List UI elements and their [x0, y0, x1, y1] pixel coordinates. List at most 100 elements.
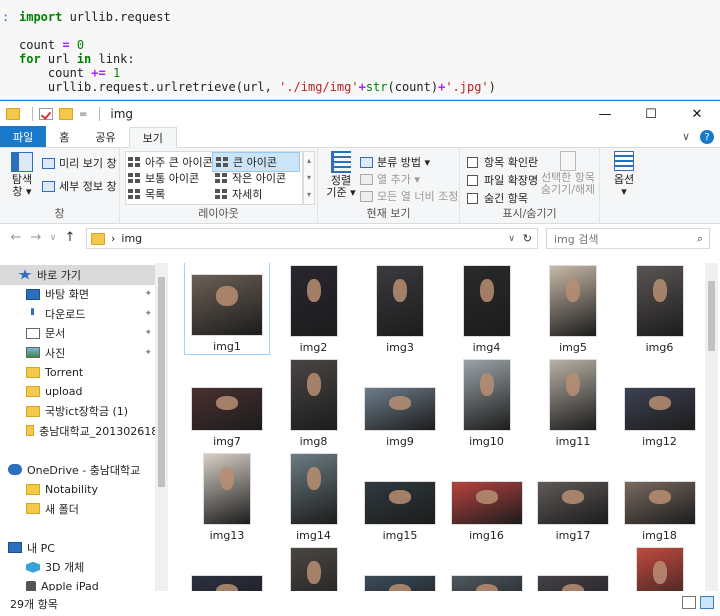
- nav-item[interactable]: 바탕 화면 ✦: [0, 285, 168, 305]
- file-item[interactable]: img21: [357, 541, 443, 591]
- file-item[interactable]: img24: [617, 541, 703, 591]
- address-box[interactable]: › img ∨ ↻: [86, 228, 538, 249]
- navigation-pane-button[interactable]: 탐색 창 ▾: [8, 152, 36, 198]
- file-item[interactable]: img17: [530, 447, 616, 543]
- file-item[interactable]: img19: [184, 541, 270, 591]
- help-icon[interactable]: ?: [700, 130, 714, 144]
- pin-icon: ✦: [144, 308, 152, 319]
- tab-view[interactable]: 보기: [128, 127, 177, 148]
- nav-scrollbar[interactable]: [155, 263, 168, 591]
- search-input[interactable]: img 검색 ⌕: [546, 228, 710, 249]
- quick-access-dropdown[interactable]: =: [79, 109, 87, 120]
- hide-selected-button[interactable]: 선택한 항목 숨기기/해제: [540, 151, 596, 196]
- recent-locations-icon[interactable]: ∨: [46, 233, 60, 243]
- large-icons-view-button[interactable]: [700, 596, 714, 609]
- nav-scroll-thumb[interactable]: [158, 277, 165, 487]
- file-item[interactable]: img10: [444, 353, 530, 449]
- forward-button[interactable]: →: [26, 230, 46, 245]
- file-item[interactable]: img1: [184, 263, 270, 355]
- file-extensions-toggle[interactable]: 파일 확장명: [467, 172, 538, 188]
- ribbon-tabs: 파일 홈 공유 보기 ∨ ?: [0, 126, 720, 148]
- code-cell[interactable]: : import urllib.request count = 0 for url …: [0, 0, 720, 100]
- file-item[interactable]: img11: [530, 353, 616, 449]
- path-dropdown-icon[interactable]: ∨: [508, 234, 515, 244]
- file-item[interactable]: img6: [617, 263, 703, 355]
- details-view-button[interactable]: [682, 596, 696, 609]
- nav-item[interactable]: 사진 ✦: [0, 343, 168, 363]
- properties-icon[interactable]: [39, 108, 53, 120]
- file-item[interactable]: img23: [530, 541, 616, 591]
- nav-item[interactable]: Notability: [0, 480, 168, 500]
- nav-item[interactable]: 바로 가기: [0, 265, 168, 285]
- refresh-icon[interactable]: ↻: [523, 232, 532, 245]
- file-item[interactable]: img14: [271, 447, 357, 543]
- thumbnail-subject: [475, 489, 498, 504]
- tab-file[interactable]: 파일: [0, 126, 47, 147]
- layout-details[interactable]: 자세히: [215, 186, 262, 202]
- nav-item[interactable]: Apple iPad: [0, 577, 168, 591]
- code-token: =: [62, 38, 70, 52]
- nav-item[interactable]: 3D 개체: [0, 558, 168, 578]
- file-item[interactable]: img15: [357, 447, 443, 543]
- file-item[interactable]: img13: [184, 447, 270, 543]
- file-item[interactable]: img5: [530, 263, 616, 355]
- layout-small-icons[interactable]: 작은 아이콘: [215, 170, 286, 186]
- minimize-button[interactable]: —: [582, 101, 628, 127]
- breadcrumb-img[interactable]: img: [121, 232, 142, 245]
- tab-share[interactable]: 공유: [82, 126, 128, 147]
- code-line: for url in link:: [19, 52, 135, 66]
- nav-item[interactable]: 내 PC: [0, 538, 168, 558]
- fit-columns-button[interactable]: 모든 열 너비 조정: [360, 188, 458, 204]
- maximize-button[interactable]: ☐: [628, 101, 674, 127]
- layout-extra-large-icons[interactable]: 아주 큰 아이콘: [128, 154, 213, 170]
- details-pane-button[interactable]: 세부 정보 창: [42, 178, 117, 194]
- file-item[interactable]: img18: [617, 447, 703, 543]
- file-item[interactable]: img8: [271, 353, 357, 449]
- file-item[interactable]: img16: [444, 447, 530, 543]
- checkbox[interactable]: [467, 174, 478, 186]
- nav-item[interactable]: 문서 ✦: [0, 324, 168, 344]
- back-button[interactable]: ←: [6, 230, 26, 245]
- options-button[interactable]: 옵션 ▾: [610, 151, 638, 198]
- navigation-pane[interactable]: 바로 가기 바탕 화면 ✦ 다운로드 ✦ 문서 ✦ 사진 ✦ Torrent upload 국방ict…: [0, 263, 168, 591]
- thumbnail-subject: [479, 372, 494, 396]
- file-item[interactable]: img9: [357, 353, 443, 449]
- checkbox[interactable]: [467, 156, 478, 168]
- layout-list[interactable]: 목록: [128, 186, 165, 202]
- add-columns-button[interactable]: 열 추가 ▾: [360, 171, 420, 187]
- file-view[interactable]: img1 img2 img3 img4 img5 img6 img7 img8 img9 img1…: [170, 263, 705, 591]
- tab-home[interactable]: 홈: [46, 126, 82, 147]
- sort-by-button[interactable]: 정렬 기준 ▾: [326, 151, 356, 199]
- layout-large-icons[interactable]: 큰 아이콘: [212, 152, 300, 172]
- preview-pane-button[interactable]: 미리 보기 창: [42, 155, 117, 171]
- file-item[interactable]: img4: [444, 263, 530, 355]
- nav-item[interactable]: 다운로드 ✦: [0, 304, 168, 324]
- nav-item[interactable]: OneDrive - 충남대학교: [0, 460, 168, 480]
- collapse-ribbon-icon[interactable]: ∨: [682, 130, 690, 144]
- new-folder-icon[interactable]: [59, 108, 73, 120]
- layout-scroll[interactable]: ▴ ▾ ▾: [303, 151, 315, 205]
- hidden-items-toggle[interactable]: 숨긴 항목: [467, 190, 528, 206]
- file-item[interactable]: img7: [184, 353, 270, 449]
- group-by-button[interactable]: 분류 방법 ▾: [360, 154, 430, 170]
- nav-item-label: OneDrive - 충남대학교: [27, 463, 141, 477]
- up-button[interactable]: ↑: [60, 230, 80, 245]
- nav-item[interactable]: 충남대학교_201302618_(: [0, 421, 168, 441]
- layout-medium-icons[interactable]: 보통 아이콘: [128, 170, 199, 186]
- nav-item[interactable]: upload: [0, 382, 168, 402]
- checkbox[interactable]: [467, 192, 478, 204]
- file-view-scrollbar[interactable]: [705, 263, 718, 591]
- file-item[interactable]: img3: [357, 263, 443, 355]
- file-item[interactable]: img20: [271, 541, 357, 591]
- image-thumbnail: [364, 387, 436, 431]
- nav-item[interactable]: 국방ict장학금 (1): [0, 402, 168, 422]
- item-checkboxes-toggle[interactable]: 항목 확인란: [467, 154, 538, 170]
- file-item[interactable]: img2: [271, 263, 357, 355]
- file-view-scroll-thumb[interactable]: [708, 281, 715, 351]
- nav-item[interactable]: Torrent: [0, 363, 168, 383]
- navigation-pane-label: 탐색 창 ▾: [11, 173, 33, 198]
- close-button[interactable]: ✕: [674, 101, 720, 127]
- nav-item[interactable]: 새 폴더: [0, 499, 168, 519]
- file-item[interactable]: img12: [617, 353, 703, 449]
- file-item[interactable]: img22: [444, 541, 530, 591]
